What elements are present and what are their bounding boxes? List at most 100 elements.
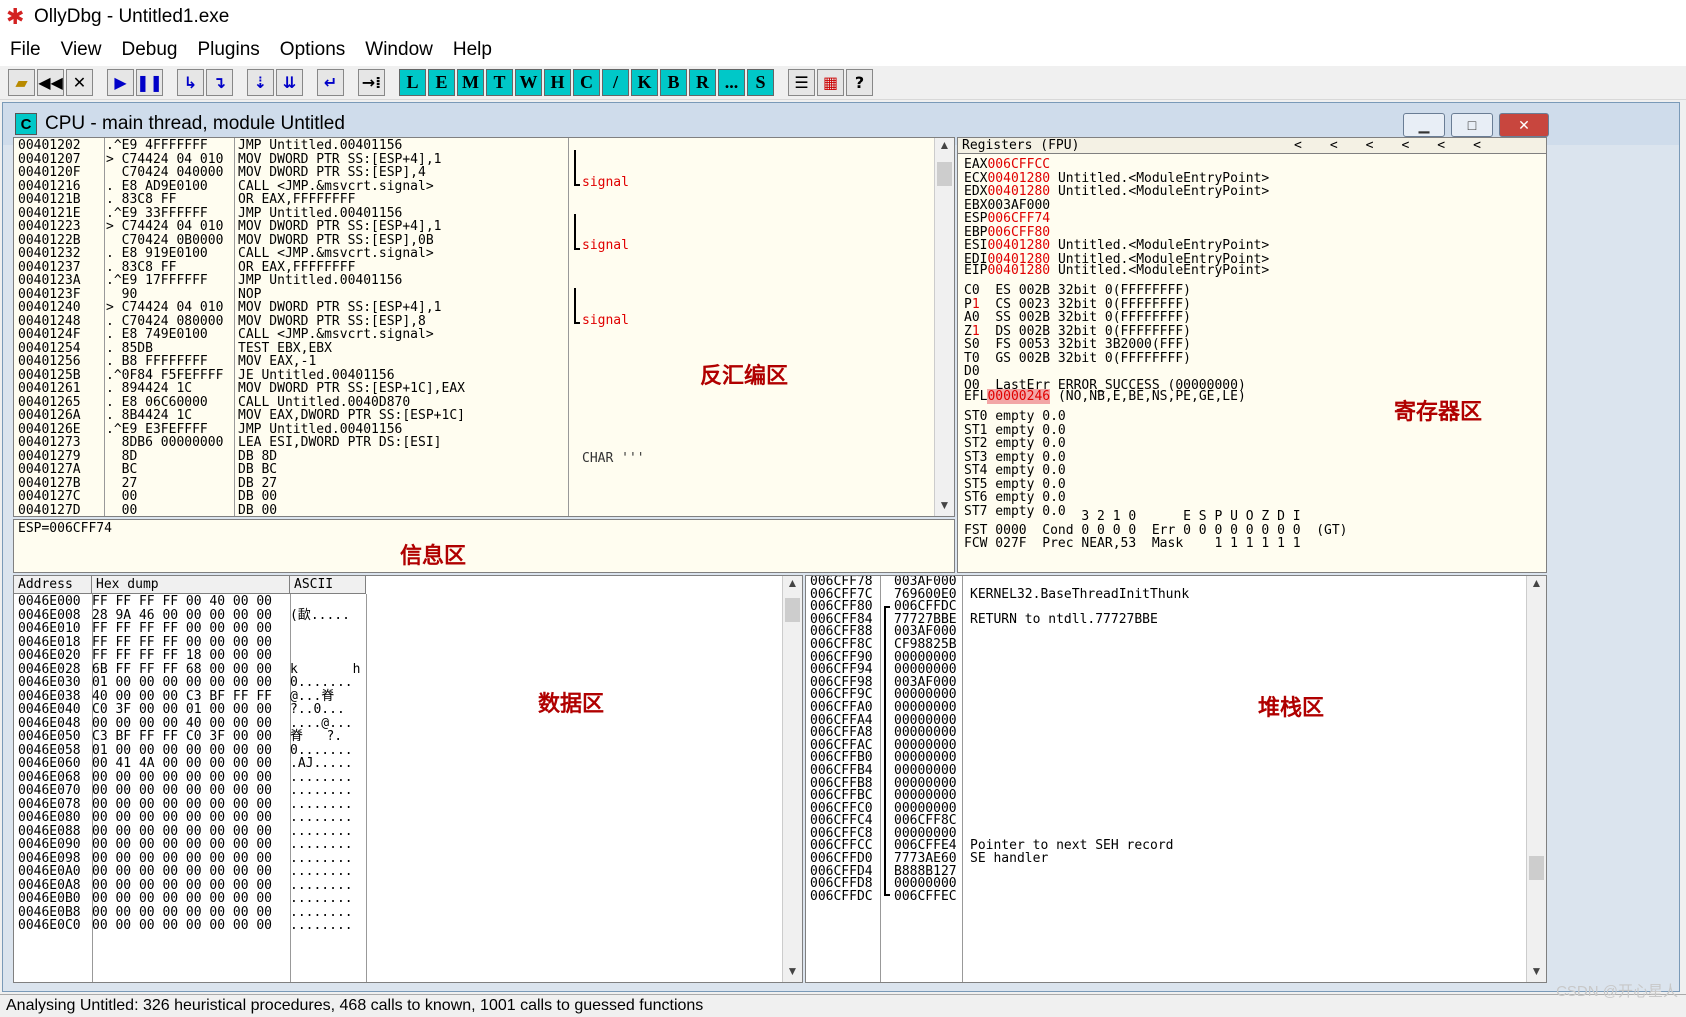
table-row[interactable]: 0046E020 FF FF FF FF 18 00 00 00 xyxy=(18,649,366,663)
disasm-address[interactable]: 00401273 xyxy=(18,436,104,450)
disasm-instruction[interactable]: MOV DWORD PTR SS:[ESP],4 xyxy=(238,166,568,180)
disasm-instruction[interactable]: MOV DWORD PTR SS:[ESP],8 xyxy=(238,314,568,329)
table-row[interactable]: 0046E030 01 00 00 00 00 00 00 00 0....... xyxy=(18,676,366,690)
disasm-address[interactable]: 0040124F xyxy=(18,328,104,342)
run-icon[interactable]: ▶ xyxy=(107,69,134,96)
disasm-instruction[interactable]: MOV DWORD PTR SS:[ESP+4],1 xyxy=(238,301,568,315)
dump-scrollbar[interactable]: ▲ ▼ xyxy=(782,576,802,982)
toolbar-letter-button[interactable]: E xyxy=(428,69,455,96)
disasm-instruction[interactable]: MOV DWORD PTR SS:[ESP+4],1 xyxy=(238,220,568,234)
execute-till-return-icon[interactable]: ↵ xyxy=(317,69,344,96)
toolbar-letter-button[interactable]: B xyxy=(660,69,687,96)
toolbar-letter-button[interactable]: R xyxy=(689,69,716,96)
table-row[interactable]: 0046E088 00 00 00 00 00 00 00 00........ xyxy=(18,824,366,839)
table-row[interactable]: 0046E048 00 00 00 00 40 00 00 00 ....@... xyxy=(18,716,366,731)
disasm-instruction[interactable]: JMP Untitled.00401156 xyxy=(238,206,568,221)
scroll-thumb[interactable] xyxy=(1529,856,1544,880)
grid-icon[interactable]: ▦ xyxy=(817,69,844,96)
disasm-address[interactable]: 00401237 xyxy=(18,260,104,275)
disasm-hex[interactable]: .^0F84 F5FEFFFF xyxy=(106,368,232,383)
fpu-register[interactable]: ST3 empty 0.0 xyxy=(964,450,1066,465)
fpu-register[interactable]: ST5 empty 0.0 xyxy=(964,477,1066,492)
disasm-hex[interactable]: . E8 749E0100 xyxy=(106,328,232,342)
menu-options[interactable]: Options xyxy=(270,39,355,61)
menu-help[interactable]: Help xyxy=(443,39,502,61)
disasm-hex[interactable]: . E8 AD9E0100 xyxy=(106,179,232,194)
disasm-instruction[interactable]: MOV DWORD PTR SS:[ESP+1C],EAX xyxy=(238,382,568,396)
disasm-address[interactable]: 0040127B xyxy=(18,476,104,491)
disasm-instruction[interactable]: DB BC xyxy=(238,463,568,477)
disasm-instruction[interactable]: MOV DWORD PTR SS:[ESP],0B xyxy=(238,233,568,248)
disasm-address[interactable]: 0040126A xyxy=(18,409,104,423)
close-window-button[interactable]: ✕ xyxy=(1499,113,1549,137)
table-row[interactable]: 0046E038 40 00 00 00 C3 BF FF FF @...脊 xyxy=(18,689,366,704)
table-row[interactable]: 0046E008 28 9A 46 00 00 00 00 00 (歃..... xyxy=(18,608,366,623)
dump-pane[interactable]: Address Hex dump ASCII 0046E000 FF FF FF … xyxy=(13,575,803,983)
table-row[interactable]: 0046E0A0 00 00 00 00 00 00 00 00........ xyxy=(18,865,366,879)
minimize-button[interactable]: ▁ xyxy=(1403,113,1445,137)
step-over-icon[interactable]: ↴ xyxy=(206,69,233,96)
table-row[interactable]: 0046E090 00 00 00 00 00 00 00 00........ xyxy=(18,838,366,852)
disasm-hex[interactable]: 27 xyxy=(106,476,232,491)
toolbar-letter-button[interactable]: H xyxy=(544,69,571,96)
disasm-address[interactable]: 0040125B xyxy=(18,368,104,383)
table-row[interactable]: 0046E0C0 00 00 00 00 00 00 00 00........ xyxy=(18,919,366,933)
table-row[interactable]: 0046E078 00 00 00 00 00 00 00 00........ xyxy=(18,797,366,812)
rewind-icon[interactable]: ◀◀ xyxy=(37,69,64,96)
maximize-button[interactable]: □ xyxy=(1451,113,1493,137)
disasm-address[interactable]: 00401248 xyxy=(18,314,104,329)
disasm-instruction[interactable]: DB 8D xyxy=(238,449,568,464)
disasm-address[interactable]: 0040126E xyxy=(18,422,104,437)
stack-pane[interactable]: 006CFF78 003AF000 006CFF7C 769600E0 KERNEL32… xyxy=(805,575,1547,983)
scroll-up-icon[interactable]: ▲ xyxy=(783,576,802,594)
fpu-register[interactable]: ST4 empty 0.0 xyxy=(964,464,1066,478)
disasm-address[interactable]: 00401223 xyxy=(18,220,104,234)
disasm-instruction[interactable]: CALL <JMP.&msvcrt.signal> xyxy=(238,247,568,261)
dump-header-ascii[interactable]: ASCII xyxy=(290,576,366,594)
disasm-hex[interactable]: > C74424 04 010 xyxy=(106,152,232,167)
scroll-down-icon[interactable]: ▼ xyxy=(783,964,802,982)
fpu-register[interactable]: ST2 empty 0.0 xyxy=(964,437,1066,451)
disasm-hex[interactable]: 90 xyxy=(106,287,232,302)
toolbar-letter-button[interactable]: C xyxy=(573,69,600,96)
stack-scrollbar[interactable]: ▲ ▼ xyxy=(1526,576,1546,982)
trace-into-icon[interactable]: ⇣ xyxy=(247,69,274,96)
register-view-arrows-icon[interactable]: <<<<<< xyxy=(1294,139,1509,153)
disasm-hex[interactable]: C70424 040000 xyxy=(106,166,232,180)
disasm-instruction[interactable]: MOV EAX,DWORD PTR SS:[ESP+1C] xyxy=(238,409,568,423)
menu-window[interactable]: Window xyxy=(355,39,443,61)
disasm-scrollbar[interactable]: ▲ ▼ xyxy=(934,138,954,516)
disasm-hex[interactable]: > C74424 04 010 xyxy=(106,301,232,315)
toolbar-letter-button[interactable]: / xyxy=(602,69,629,96)
disasm-instruction[interactable]: CALL <JMP.&msvcrt.signal> xyxy=(238,328,568,342)
scroll-up-icon[interactable]: ▲ xyxy=(1527,576,1546,594)
disasm-address[interactable]: 0040127D xyxy=(18,503,104,515)
toolbar-letter-button[interactable]: W xyxy=(515,69,542,96)
disasm-hex[interactable]: . E8 06C60000 xyxy=(106,395,232,410)
disasm-address[interactable]: 0040121B xyxy=(18,193,104,207)
disasm-address[interactable]: 00401207 xyxy=(18,152,104,167)
toolbar-letter-button[interactable]: K xyxy=(631,69,658,96)
scroll-down-icon[interactable]: ▼ xyxy=(935,498,954,516)
list-icon[interactable]: ☰ xyxy=(788,69,815,96)
segment-register[interactable]: GS 002B 32bit 0(FFFFFFFF) xyxy=(995,351,1191,366)
disasm-hex[interactable]: .^E9 33FFFFFF xyxy=(106,206,232,221)
disasm-address[interactable]: 0040123F xyxy=(18,287,104,302)
register-value[interactable]: 00000246 xyxy=(987,389,1051,404)
disasm-instruction[interactable]: OR EAX,FFFFFFFF xyxy=(238,193,568,207)
step-into-icon[interactable]: ↳ xyxy=(177,69,204,96)
disasm-instruction[interactable]: MOV EAX,-1 xyxy=(238,355,568,369)
disasm-hex[interactable]: .^E9 4FFFFFFF xyxy=(106,139,232,153)
disasm-address[interactable]: 00401232 xyxy=(18,247,104,261)
disasm-instruction[interactable]: JMP Untitled.00401156 xyxy=(238,274,568,288)
disasm-hex[interactable]: 00 xyxy=(106,490,232,504)
disasm-instruction[interactable]: TEST EBX,EBX xyxy=(238,341,568,356)
toolbar-letter-button[interactable]: S xyxy=(747,69,774,96)
disasm-instruction[interactable]: DB 27 xyxy=(238,476,568,491)
help-icon[interactable]: ? xyxy=(846,69,873,96)
toolbar-letter-button[interactable]: T xyxy=(486,69,513,96)
fpu-register[interactable]: ST0 empty 0.0 xyxy=(964,410,1066,424)
table-row[interactable]: 0046E0A8 00 00 00 00 00 00 00 00........ xyxy=(18,878,366,893)
goto-icon[interactable]: →⁞ xyxy=(358,69,385,96)
table-row[interactable]: 0046E010 FF FF FF FF 00 00 00 00 xyxy=(18,622,366,636)
